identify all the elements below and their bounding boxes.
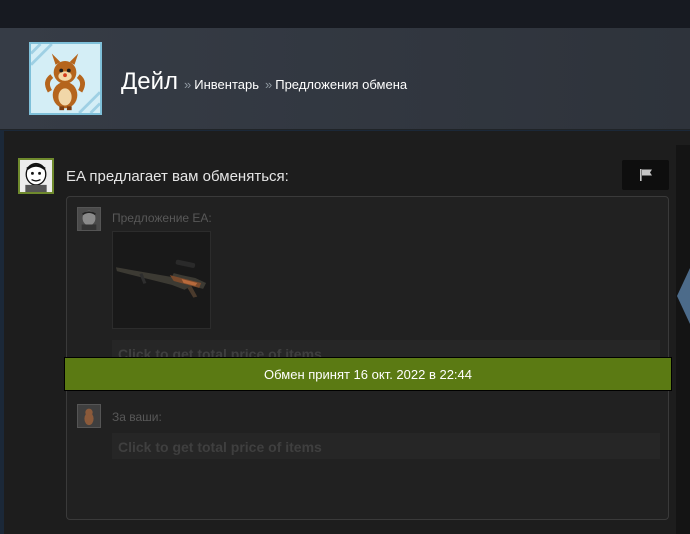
trade-item-rifle[interactable]: [112, 231, 211, 329]
breadcrumb: Дейл» Инвентарь» Предложения обмена: [121, 68, 407, 96]
your-items-label: За ваши:: [112, 410, 162, 424]
breadcrumb-separator: »: [264, 77, 273, 92]
breadcrumb-separator: »: [184, 77, 192, 92]
their-mini-avatar: [77, 207, 101, 231]
breadcrumb-trade-offers[interactable]: Предложения обмена: [275, 77, 407, 92]
trader-avatar[interactable]: [18, 158, 54, 194]
profile-avatar[interactable]: [29, 42, 102, 115]
trade-status-banner: Обмен принят 16 окт. 2022 в 22:44: [64, 357, 672, 391]
rail-arrow-icon: [677, 268, 690, 324]
your-total-price-button[interactable]: Click to get total price of items: [112, 433, 660, 459]
breadcrumb-inventory[interactable]: Инвентарь: [194, 77, 259, 92]
report-flag-button[interactable]: [622, 160, 669, 190]
top-bar: [0, 0, 690, 28]
trade-status-text: Обмен принят 16 окт. 2022 в 22:44: [264, 366, 472, 382]
your-mini-avatar: [77, 404, 101, 428]
right-rail: [676, 145, 690, 534]
their-offer-label: Предложение EA:: [112, 211, 212, 225]
flag-icon: [639, 169, 652, 181]
trade-offer-title: EA предлагает вам обменяться:: [66, 168, 289, 185]
profile-header: Дейл» Инвентарь» Предложения обмена: [0, 28, 690, 130]
profile-name[interactable]: Дейл: [121, 68, 178, 95]
